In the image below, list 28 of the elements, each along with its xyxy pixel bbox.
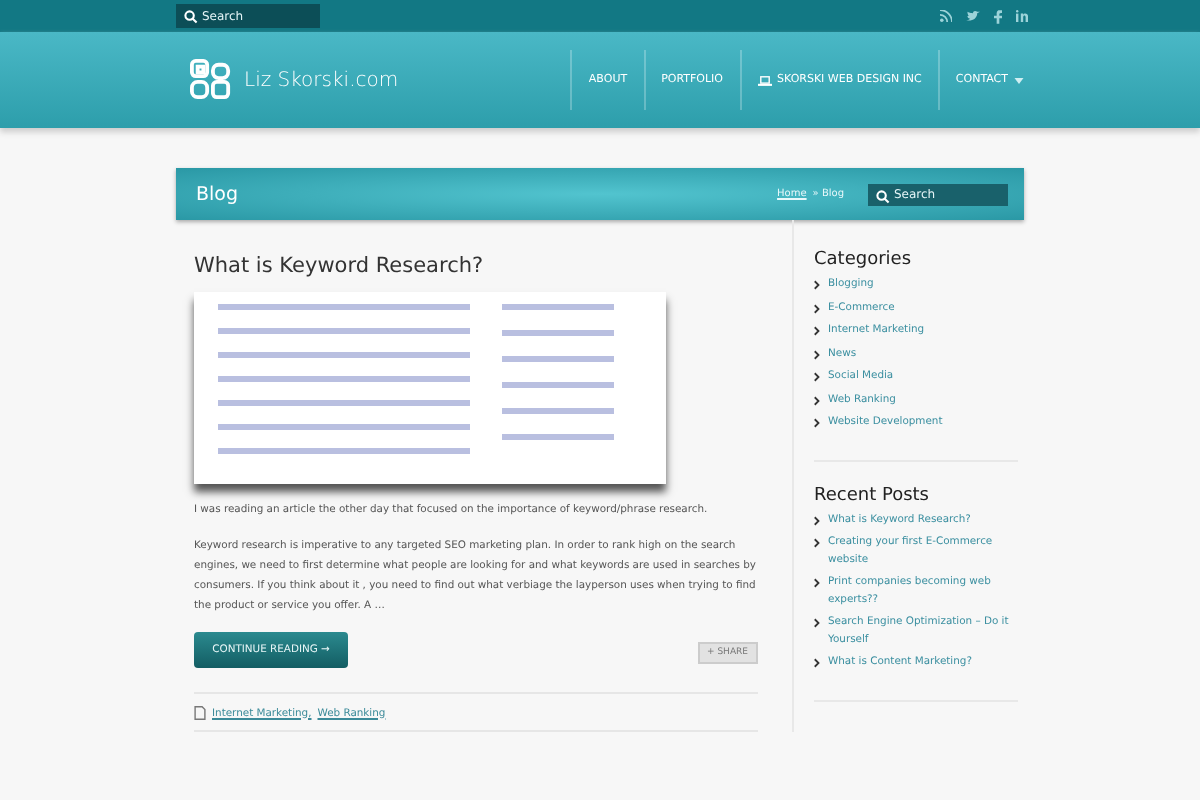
chevron-icon [814,515,820,525]
chevron-icon [814,618,820,628]
screenshot-placeholder[interactable] [194,292,666,484]
f-letter-icon[interactable] [994,9,1002,23]
document-icon [194,706,206,720]
search-icon [876,189,890,203]
bird-icon[interactable] [966,10,980,22]
chevron-icon [814,658,820,668]
squares-logo-icon[interactable] [190,58,232,102]
chevron-icon [814,349,820,359]
chevron-icon [814,578,820,588]
page-title: Blog [196,183,240,205]
chevron-icon [814,326,820,336]
chevron-icon [814,418,820,428]
sidebar-heading: Recent Posts [814,485,931,505]
rss-icon[interactable] [940,10,952,22]
post-title[interactable]: What is Keyword Research? [194,254,758,278]
site-logo-text[interactable]: Liz Skorski.com [244,69,399,91]
chevron-icon [814,395,820,405]
laptop-icon [757,75,772,85]
caret-icon [1014,77,1024,83]
chevron-icon [814,538,820,548]
chevron-icon [814,372,820,382]
in-letters-icon[interactable] [1016,10,1028,22]
chevron-icon [814,303,820,313]
chevron-icon [814,280,820,290]
sidebar-heading: Categories [814,250,914,270]
search-icon [184,10,198,24]
